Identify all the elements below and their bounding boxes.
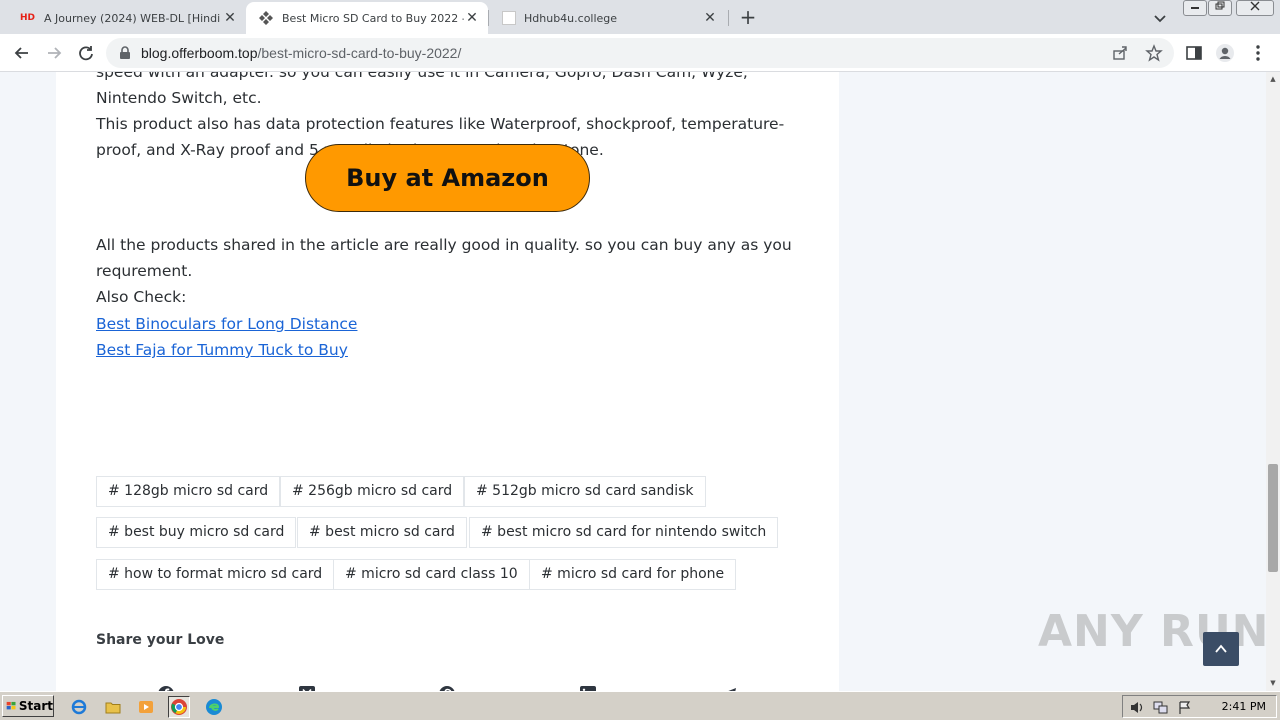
offerboom-favicon-icon (259, 11, 273, 25)
profile-avatar-icon[interactable] (1215, 43, 1235, 63)
lock-icon (120, 46, 130, 59)
buy-at-amazon-button[interactable]: Buy at Amazon (305, 144, 590, 212)
action-center-flag-icon[interactable] (1177, 700, 1193, 715)
clock: 2:41 PM (1221, 700, 1266, 713)
volume-icon[interactable] (1129, 700, 1145, 715)
page-viewport: speed with an adapter. so you can easily… (0, 72, 1266, 691)
chevron-down-icon[interactable] (1150, 8, 1170, 28)
address-bar[interactable]: blog.offerboom.top/best-micro-sd-card-to… (106, 38, 1174, 68)
tag-chip[interactable]: # 128gb micro sd card (96, 476, 281, 507)
url-path: /best-micro-sd-card-to-buy-2022/ (257, 45, 462, 61)
windows-taskbar: Start 2:41 PM (0, 691, 1280, 720)
new-tab-button[interactable]: + (736, 6, 760, 30)
blank-page-icon (502, 11, 516, 25)
tab-separator (728, 10, 729, 26)
share-heading: Share your Love (96, 632, 225, 648)
chevron-up-icon (1215, 644, 1227, 653)
tab-hdhub4u[interactable]: Hdhub4u.college ✕ (490, 2, 726, 34)
system-tray: 2:41 PM (1122, 695, 1277, 718)
tag-chip[interactable]: # 256gb micro sd card (280, 476, 465, 507)
scrollbar-thumb[interactable] (1268, 464, 1278, 572)
also-check-label: Also Check: (96, 288, 187, 306)
tag-chip[interactable]: # 512gb micro sd card sandisk (464, 476, 706, 507)
scroll-down-arrow-icon[interactable]: ▼ (1268, 678, 1278, 688)
close-icon (1250, 1, 1260, 11)
url-text: blog.offerboom.top/best-micro-sd-card-to… (141, 45, 461, 61)
tag-chip[interactable]: # best micro sd card for nintendo switch (469, 517, 779, 548)
folder-icon (105, 702, 121, 714)
forward-button[interactable] (41, 40, 67, 66)
close-window-button[interactable] (1236, 0, 1274, 16)
tag-chip[interactable]: # micro sd card for phone (529, 559, 737, 590)
tag-chip[interactable]: # how to format micro sd card (96, 559, 335, 590)
chrome-taskbar-button[interactable] (168, 696, 190, 718)
internet-explorer-icon (71, 699, 87, 715)
tag-chip[interactable]: # micro sd card class 10 (333, 559, 530, 590)
tab-close-icon[interactable]: ✕ (222, 10, 238, 26)
windows-logo-icon (6, 701, 16, 710)
article-card: speed with an adapter. so you can easily… (56, 72, 839, 691)
tab-separator (488, 10, 489, 26)
ie-launch-button[interactable] (68, 696, 90, 718)
tab-close-icon[interactable]: ✕ (464, 10, 480, 26)
minimize-button[interactable] (1183, 0, 1207, 16)
share-page-icon[interactable] (1112, 45, 1128, 61)
browser-toolbar: blog.offerboom.top/best-micro-sd-card-to… (0, 34, 1280, 72)
page-scrollbar[interactable]: ▲ ▼ (1266, 72, 1280, 691)
tab-title: Hdhub4u.college (524, 11, 618, 25)
back-button[interactable] (9, 40, 35, 66)
start-button[interactable]: Start (2, 695, 54, 717)
tab-title: Best Micro SD Card to Buy 2022 – Of (282, 11, 464, 25)
tag-chip[interactable]: # best micro sd card (297, 517, 467, 548)
arrow-left-icon (14, 47, 28, 59)
side-panel-icon[interactable] (1184, 43, 1204, 63)
back-to-top-button[interactable] (1203, 632, 1239, 666)
media-player-icon (139, 701, 153, 713)
restore-button[interactable] (1208, 0, 1232, 16)
reload-icon (79, 46, 93, 61)
arrow-right-icon (48, 47, 62, 59)
kebab-menu-icon[interactable] (1248, 43, 1268, 63)
hd-favicon-icon: HD (20, 13, 36, 23)
reload-button[interactable] (73, 40, 99, 66)
scroll-up-arrow-icon[interactable]: ▲ (1268, 74, 1278, 84)
link-best-binoculars[interactable]: Best Binoculars for Long Distance (96, 315, 357, 333)
explorer-launch-button[interactable] (102, 696, 124, 718)
network-icon[interactable] (1153, 700, 1169, 715)
minimize-icon (1191, 7, 1199, 9)
edge-icon (206, 699, 222, 715)
edge-launch-button[interactable] (203, 696, 225, 718)
tab-a-journey[interactable]: HD A Journey (2024) WEB-DL [Hindi (OR ✕ (8, 2, 246, 34)
tab-strip: HD A Journey (2024) WEB-DL [Hindi (OR ✕ … (0, 0, 1280, 34)
article-paragraph: speed with an adapter. so you can easily… (96, 72, 748, 107)
tag-chip[interactable]: # best buy micro sd card (96, 517, 297, 548)
article-paragraph: All the products shared in the article a… (96, 236, 792, 280)
tab-best-micro-sd[interactable]: Best Micro SD Card to Buy 2022 – Of ✕ (246, 2, 488, 34)
start-label: Start (18, 699, 53, 713)
link-best-faja[interactable]: Best Faja for Tummy Tuck to Buy (96, 341, 348, 359)
restore-icon (1215, 1, 1225, 10)
tab-title: A Journey (2024) WEB-DL [Hindi (OR (44, 11, 222, 25)
chrome-icon (171, 699, 187, 715)
tab-close-icon[interactable]: ✕ (702, 10, 718, 26)
media-player-launch-button[interactable] (135, 696, 157, 718)
bookmark-star-icon[interactable] (1145, 44, 1163, 62)
url-host: blog.offerboom.top (141, 45, 258, 61)
